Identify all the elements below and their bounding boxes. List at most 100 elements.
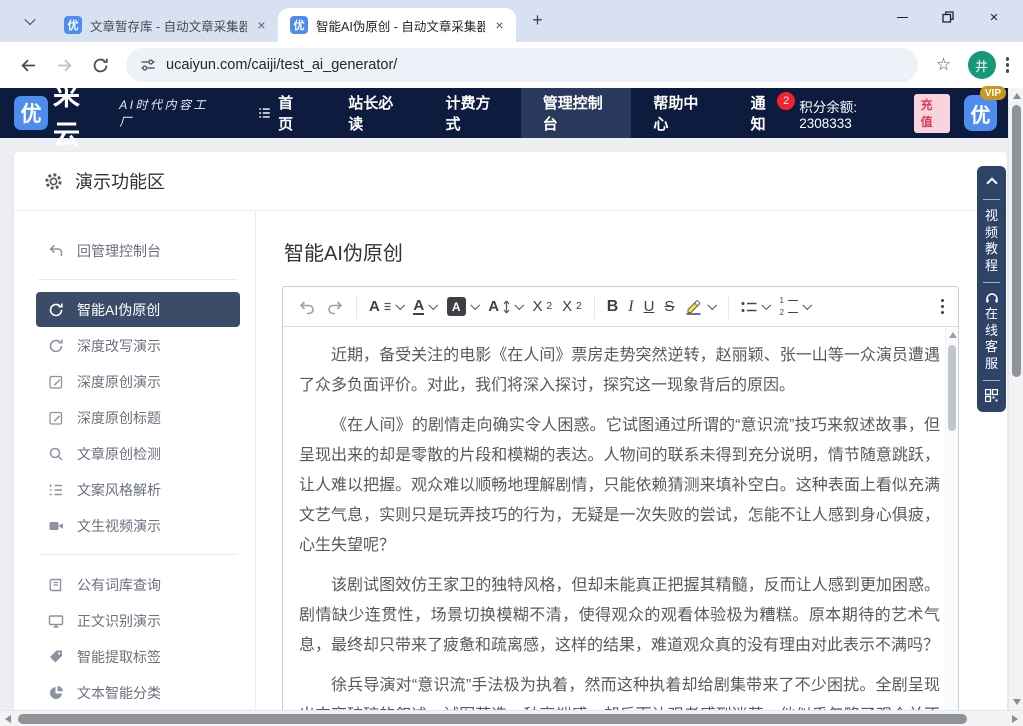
sidebar-item-label: 智能提取标签 — [77, 647, 161, 667]
sidebar-item-style-analysis[interactable]: 文案风格解析 — [36, 472, 240, 507]
nav-item-notice[interactable]: 通知 2 — [729, 88, 800, 138]
toolbar-more-button[interactable] — [937, 295, 949, 319]
line-height-button[interactable]: A — [364, 294, 408, 320]
browser-profile-avatar[interactable]: 井 — [968, 51, 996, 79]
redo-button[interactable] — [321, 294, 349, 320]
sidebar-item-body-recognition[interactable]: 正文识别演示 — [36, 603, 240, 638]
tab-ai-rewrite-active[interactable]: 优 智能AI伪原创 - 自动文章采集器 × — [278, 8, 516, 42]
paragraph[interactable]: 近期，备受关注的电影《在人间》票房走势突然逆转，赵丽颖、张一山等一众演员遭遇了众… — [299, 341, 940, 401]
chevron-down-icon — [470, 300, 479, 309]
superscript-button[interactable]: X2 — [557, 294, 587, 320]
address-bar: ucaiyun.com/caiji/test_ai_generator/ ☆ 井 — [0, 42, 1023, 88]
tab-strip: 优 文章暂存库 - 自动文章采集器- × 优 智能AI伪原创 - 自动文章采集器… — [0, 0, 1023, 42]
nav-item-billing[interactable]: 计费方式 — [423, 88, 520, 138]
demo-main: 智能AI伪原创 A — [256, 211, 1007, 710]
undo-icon — [298, 299, 316, 315]
sidebar-item-ai-rewrite[interactable]: 智能AI伪原创 — [36, 292, 240, 327]
vertical-scroll-thumb[interactable] — [1012, 105, 1021, 377]
ordered-list-icon: 1 2 — [779, 297, 797, 317]
strikethrough-button[interactable]: S — [659, 294, 679, 320]
sidebar-divider — [38, 279, 238, 280]
nav-label: 管理控制台 — [543, 92, 610, 134]
chevron-down-icon — [395, 300, 404, 309]
sidebar-divider — [38, 554, 238, 555]
sidebar-item-back-console[interactable]: 回管理控制台 — [36, 233, 240, 268]
bookmark-button[interactable]: ☆ — [928, 49, 960, 81]
editor-scrollbar[interactable] — [945, 328, 958, 710]
horizontal-scrollbar[interactable] — [0, 710, 1023, 726]
close-tab-icon[interactable]: × — [253, 17, 270, 34]
back-button[interactable] — [12, 49, 44, 81]
tab-search-button[interactable] — [16, 7, 44, 35]
sidebar-item-extract-tags[interactable]: 智能提取标签 — [36, 639, 240, 674]
background-color-button[interactable]: A — [442, 294, 484, 320]
scroll-left-arrow[interactable] — [5, 715, 11, 723]
tab-title: 智能AI伪原创 - 自动文章采集器 — [316, 16, 485, 35]
panel-divider — [983, 282, 1000, 283]
new-tab-button[interactable]: + — [524, 7, 551, 34]
url-text[interactable]: ucaiyun.com/caiji/test_ai_generator/ — [166, 57, 397, 73]
close-tab-icon[interactable]: × — [491, 17, 508, 34]
sidebar-item-original-title[interactable]: 深度原创标题 — [36, 400, 240, 435]
font-size-button[interactable]: A — [483, 294, 527, 320]
browser-menu-button[interactable] — [1002, 53, 1014, 77]
highlight-button[interactable] — [679, 294, 721, 320]
nav-item-console[interactable]: 管理控制台 — [521, 88, 632, 138]
vertical-scrollbar[interactable] — [1008, 88, 1023, 710]
paragraph[interactable]: 该剧试图效仿王家卫的独特风格，但却未能真正把握其精髓，反而让人感到更加困惑。剧情… — [299, 571, 940, 661]
nav-account-area: 积分余额: 2308333 充值 优 VIP — [799, 94, 1023, 133]
paragraph[interactable]: 徐兵导演对“意识流”手法极为执着，然而这种执着却给剧集带来了不少困扰。全剧呈现出… — [299, 671, 940, 710]
sidebar-item-originality-check[interactable]: 文章原创检测 — [36, 436, 240, 471]
paragraph[interactable]: 《在人间》的剧情走向确实令人困惑。它试图通过所谓的“意识流”技巧来叙述故事，但呈… — [299, 411, 940, 561]
panel-divider — [983, 199, 1000, 200]
online-service-link[interactable]: 在线客服 — [985, 306, 999, 372]
reply-arrow-icon — [48, 243, 64, 259]
scroll-up-arrow[interactable] — [1013, 93, 1021, 99]
letter-a: A — [488, 298, 499, 315]
search-icon — [48, 446, 64, 462]
nav-item-home[interactable]: 首页 — [236, 88, 326, 138]
chevron-down-icon — [708, 300, 717, 309]
site-logo[interactable]: 优 — [14, 96, 48, 130]
qr-code-icon[interactable] — [985, 389, 998, 402]
sidebar-item-label: 文生视频演示 — [77, 516, 161, 536]
nav-label: 通知 — [751, 92, 778, 134]
scroll-right-arrow[interactable] — [1012, 715, 1018, 723]
video-tutorial-link[interactable]: 视频教程 — [985, 208, 999, 274]
ordered-list-button[interactable]: 1 2 — [774, 294, 815, 320]
bold-button[interactable]: B — [602, 294, 624, 320]
editor-content[interactable]: 近期，备受关注的电影《在人间》票房走势突然逆转，赵丽颖、张一山等一众演员遭遇了众… — [283, 327, 958, 710]
reload-icon — [92, 57, 109, 74]
demo-card: 演示功能区 回管理控制台 智能AI伪原创 — [14, 152, 1007, 710]
subscript-button[interactable]: X2 — [528, 294, 558, 320]
user-avatar[interactable]: 优 VIP — [964, 95, 997, 131]
bullet-list-button[interactable] — [736, 294, 775, 320]
recharge-button[interactable]: 充值 — [914, 94, 950, 133]
undo-button[interactable] — [293, 294, 321, 320]
scroll-down-arrow[interactable] — [1013, 699, 1021, 705]
close-window-button[interactable]: × — [971, 0, 1017, 34]
sidebar-item-deep-original[interactable]: 深度原创演示 — [36, 364, 240, 399]
brand-name[interactable]: 采云 — [53, 74, 109, 152]
sidebar-item-public-lexicon[interactable]: 公有词库查询 — [36, 567, 240, 602]
font-color-button[interactable]: A — [408, 294, 441, 320]
nav-item-help[interactable]: 帮助中心 — [631, 88, 728, 138]
restore-button[interactable] — [925, 0, 971, 34]
notification-badge: 2 — [777, 92, 795, 110]
sidebar-item-text-to-video[interactable]: 文生视频演示 — [36, 508, 240, 543]
floating-help-panel: 视频教程 在线客服 — [977, 166, 1006, 412]
collapse-up-icon[interactable] — [986, 177, 997, 188]
sidebar-item-deep-rewrite[interactable]: 深度改写演示 — [36, 328, 240, 363]
section-header: 演示功能区 — [14, 152, 1007, 211]
omnibox[interactable]: ucaiyun.com/caiji/test_ai_generator/ — [126, 48, 918, 82]
editor-scroll-thumb[interactable] — [948, 345, 956, 431]
tab-article-storage[interactable]: 优 文章暂存库 - 自动文章采集器- × — [52, 8, 278, 42]
horizontal-scroll-thumb[interactable] — [18, 714, 967, 724]
italic-button[interactable]: I — [623, 294, 638, 320]
underline-button[interactable]: U — [639, 294, 660, 320]
scroll-up-arrow[interactable] — [949, 332, 957, 338]
minimize-button[interactable] — [879, 0, 925, 34]
refresh-icon — [48, 338, 64, 354]
nav-item-must-read[interactable]: 站长必读 — [326, 88, 423, 138]
sidebar-item-text-classification[interactable]: 文本智能分类 — [36, 675, 240, 710]
